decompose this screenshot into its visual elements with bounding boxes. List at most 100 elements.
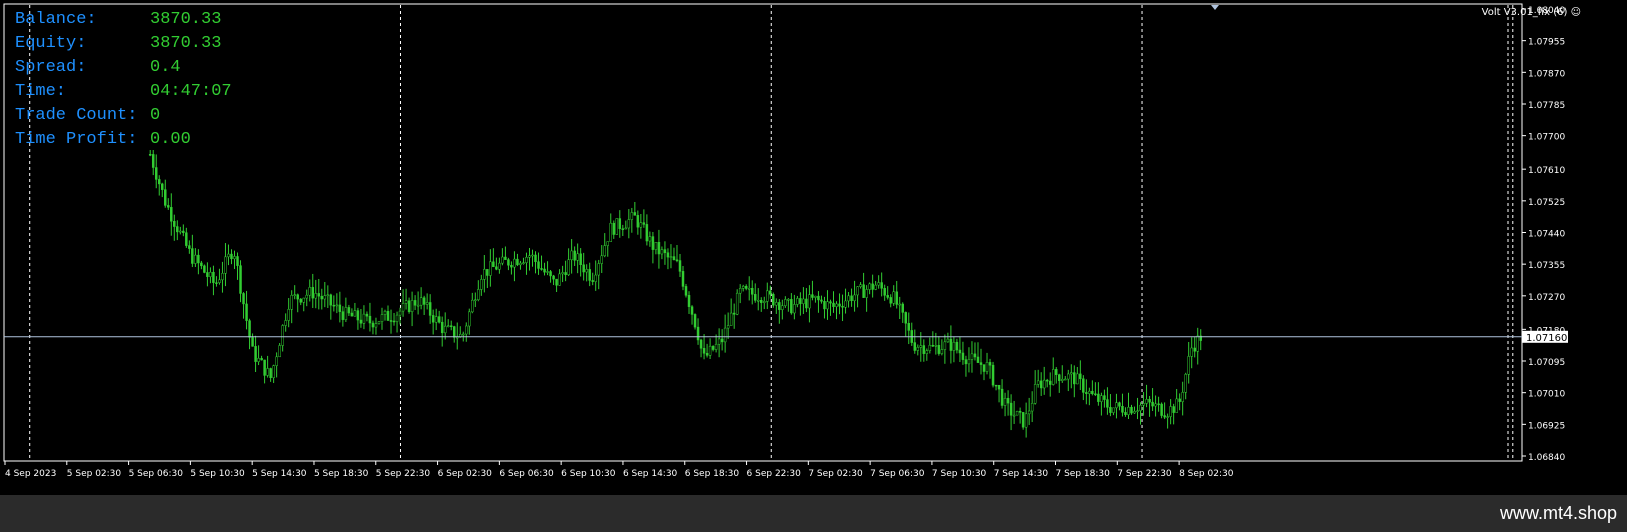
candle-body: [684, 286, 688, 296]
candle-body: [1058, 374, 1061, 381]
candle-body: [916, 347, 920, 351]
candle-body: [769, 290, 772, 295]
candle-body: [284, 320, 287, 326]
candle-body: [763, 301, 766, 303]
candle-body: [982, 364, 986, 372]
candle-body: [781, 305, 784, 310]
candle-body: [660, 249, 664, 255]
price-tick-label: 1.07525: [1528, 198, 1565, 208]
candle-body: [522, 262, 525, 264]
candle-body: [1064, 378, 1067, 381]
candle-body: [353, 310, 357, 317]
candle-body: [495, 266, 498, 270]
candle-body: [726, 325, 730, 329]
candle-body: [1136, 410, 1139, 412]
indicator-label[interactable]: Volt V3.01_fix (6) ☺: [1482, 7, 1581, 18]
candle-body: [907, 322, 911, 331]
candle-body: [157, 179, 161, 185]
candle-body: [1130, 406, 1133, 414]
candle-body: [519, 262, 522, 266]
candle-body: [1076, 373, 1079, 385]
spread-value: 0.4: [150, 58, 181, 77]
candle-body: [1196, 335, 1199, 352]
candle-body: [257, 358, 260, 362]
candle-body: [883, 288, 886, 296]
candle-body: [452, 326, 456, 338]
candle-body: [961, 352, 965, 360]
candle-body: [230, 253, 233, 260]
candle-body: [254, 346, 257, 362]
candle-body: [374, 323, 378, 328]
candle-body: [898, 303, 901, 306]
candle-body: [1109, 407, 1112, 413]
candle-body: [940, 349, 944, 354]
candle-body: [714, 343, 718, 350]
candle-body: [639, 222, 643, 228]
candle-body: [302, 297, 305, 303]
candle-body: [462, 333, 465, 336]
price-tick-label: 1.07270: [1528, 293, 1565, 303]
candle-body: [838, 303, 841, 307]
candle-body: [260, 358, 263, 361]
candle-body: [627, 219, 631, 229]
candle-body: [185, 232, 188, 246]
price-chart[interactable]: 1.080401.079551.078701.077851.077001.076…: [0, 0, 1627, 495]
candle-body: [1054, 369, 1058, 375]
time-tick-label: 5 Sep 22:30: [376, 469, 431, 479]
candle-body: [979, 362, 983, 365]
watermark: www.mt4.shop: [1499, 503, 1617, 523]
candle-body: [404, 300, 408, 304]
candle-body: [633, 212, 637, 216]
candle-body: [778, 302, 781, 310]
candle-body: [552, 275, 555, 280]
candle-body: [1175, 398, 1178, 413]
candle-body: [413, 300, 417, 306]
candle-body: [338, 304, 342, 312]
candle-body: [1139, 404, 1142, 411]
candle-body: [341, 311, 345, 320]
candle-body: [808, 294, 811, 309]
candle-body: [738, 288, 742, 294]
candle-body: [1133, 410, 1136, 414]
time-tick-label: 6 Sep 10:30: [561, 469, 616, 479]
candle-body: [913, 342, 917, 351]
candle-body: [182, 230, 185, 233]
candle-body: [997, 385, 1001, 390]
candle-body: [1018, 410, 1022, 413]
candle-body: [486, 269, 489, 276]
candle-body: [410, 300, 414, 312]
candle-body: [1106, 399, 1109, 408]
price-tick-label: 1.07785: [1528, 101, 1565, 111]
candle-body: [702, 348, 706, 354]
time-tick-label: 8 Sep 02:30: [1179, 469, 1234, 479]
candle-body: [329, 294, 333, 306]
candle-body: [173, 221, 176, 227]
candle-body: [465, 325, 468, 335]
indicator-name: Volt V3.01_fix (6): [1481, 7, 1568, 18]
chart-area[interactable]: 1.08040 1.07955 1.07870 1.07785 1.07700 1.076…: [0, 0, 1627, 495]
candle-body: [1012, 414, 1016, 417]
candle-body: [666, 252, 670, 258]
candle-body: [317, 293, 321, 297]
candle-body: [449, 325, 453, 327]
candle-body: [1079, 373, 1082, 380]
candle-body: [221, 273, 224, 281]
candle-body: [832, 302, 835, 307]
candle-body: [296, 294, 299, 300]
candle-body: [901, 303, 904, 313]
candle-body: [1070, 372, 1073, 375]
candle-body: [615, 218, 619, 235]
candle-body: [248, 320, 251, 338]
time-label: Time:: [15, 82, 67, 101]
candle-body: [862, 284, 865, 298]
candle-body: [492, 261, 495, 268]
candle-body: [1006, 397, 1010, 404]
candle-body: [970, 353, 974, 360]
candle-body: [880, 282, 883, 289]
candle-body: [1045, 379, 1049, 382]
equity-value: 3870.33: [150, 34, 222, 53]
candle-body: [1151, 401, 1154, 407]
price-tick-label: 1.06840: [1528, 453, 1565, 463]
price-tick-label: 1.07010: [1528, 390, 1565, 400]
candle-body: [567, 259, 570, 276]
